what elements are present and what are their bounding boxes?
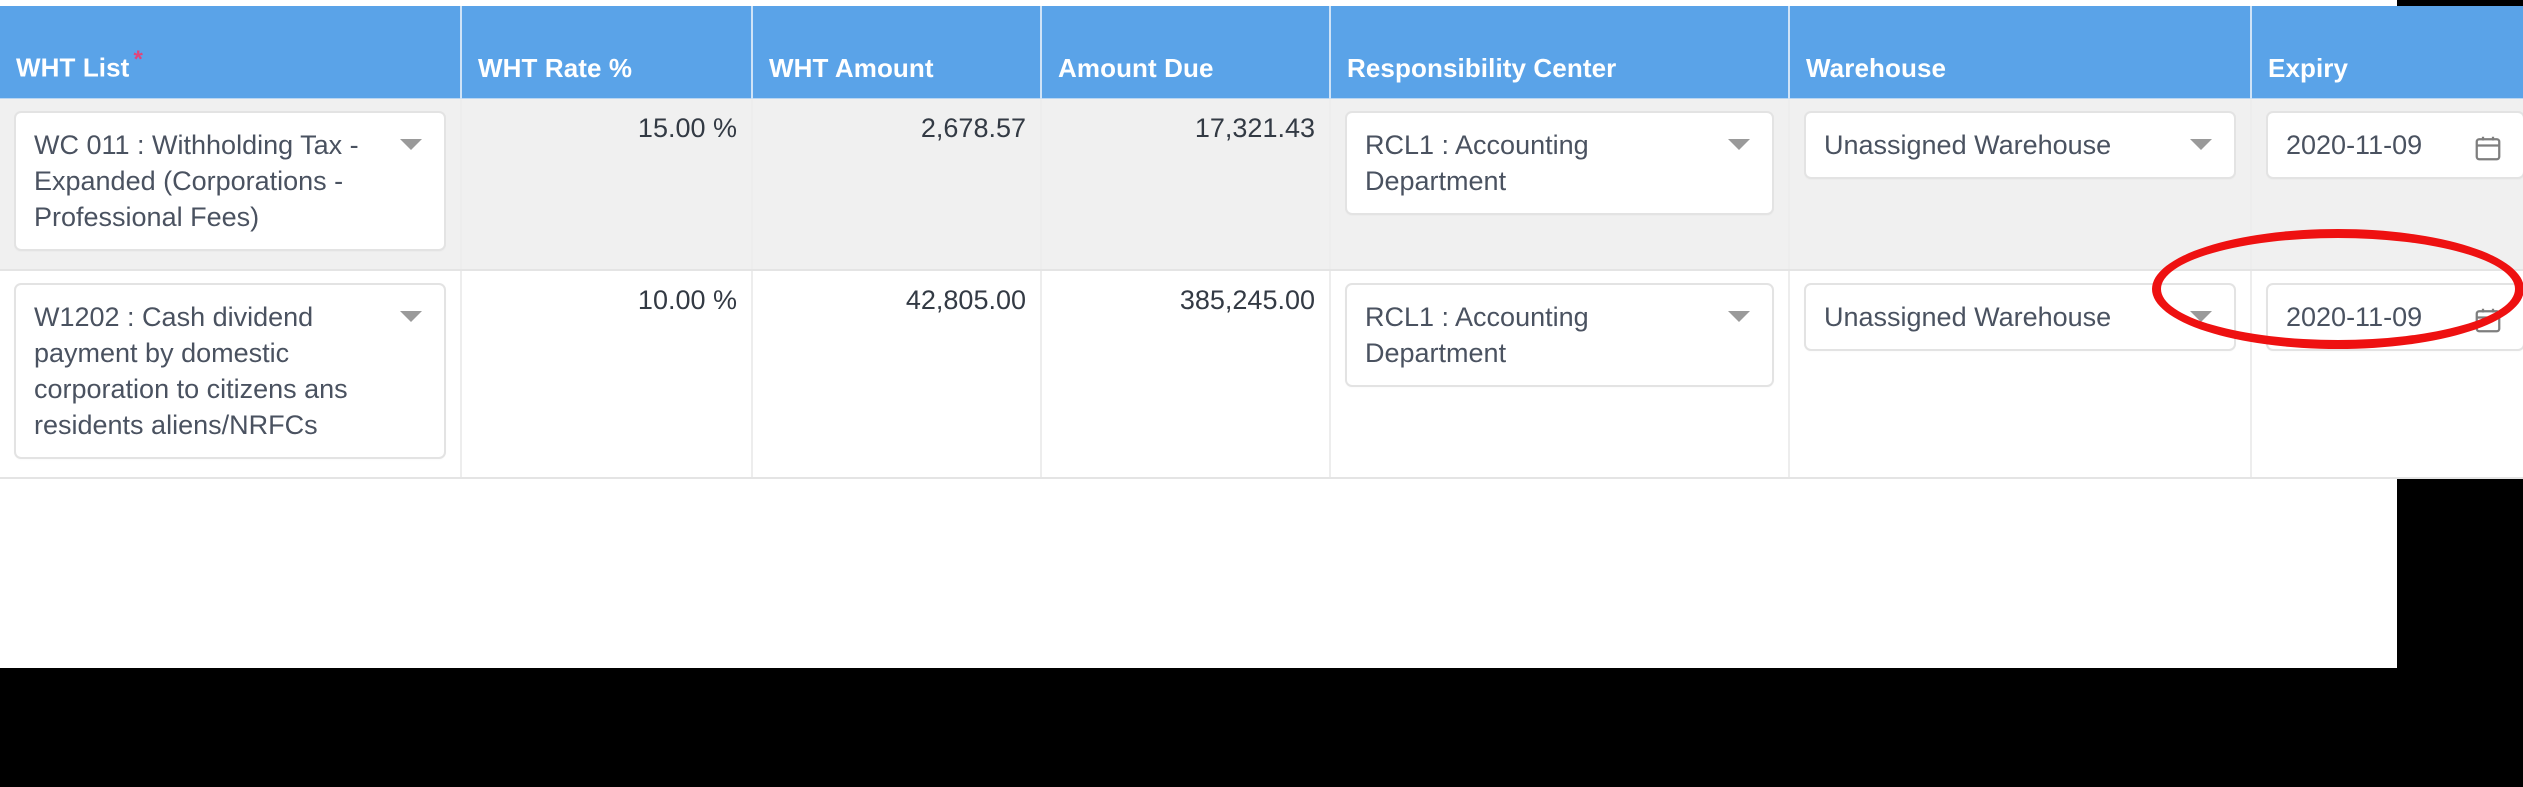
cell-wht-list: W1202 : Cash dividend payment by domesti… xyxy=(0,270,462,479)
wht-list-value: W1202 : Cash dividend payment by domesti… xyxy=(34,302,348,440)
chevron-down-icon[interactable] xyxy=(400,311,422,322)
responsibility-center-select[interactable]: RCL1 : Accounting Department xyxy=(1345,283,1774,387)
wht-list-select[interactable]: W1202 : Cash dividend payment by domesti… xyxy=(14,283,446,459)
chevron-down-icon[interactable] xyxy=(2190,311,2212,322)
column-header-amount-due[interactable]: Amount Due xyxy=(1041,6,1331,99)
table-header-row: WHT List * WHT Rate % WHT Amount Amount D… xyxy=(0,6,2523,99)
cell-expiry: 2020-11-09 xyxy=(2251,98,2523,271)
expiry-date-input[interactable]: 2020-11-09 xyxy=(2266,111,2523,179)
cell-wht-amount: 42,805.00 xyxy=(752,270,1042,479)
column-header-wht-amount[interactable]: WHT Amount xyxy=(752,6,1042,99)
wht-list-value: WC 011 : Withholding Tax - Expanded (Cor… xyxy=(34,130,359,232)
column-header-warehouse[interactable]: Warehouse xyxy=(1789,6,2252,99)
column-header-expiry[interactable]: Expiry xyxy=(2251,6,2523,99)
warehouse-value: Unassigned Warehouse xyxy=(1824,302,2112,332)
calendar-icon[interactable] xyxy=(2473,305,2503,335)
warehouse-select[interactable]: Unassigned Warehouse xyxy=(1804,111,2236,179)
table-body: WC 011 : Withholding Tax - Expanded (Cor… xyxy=(0,98,2523,479)
required-asterisk-icon: * xyxy=(133,46,143,74)
cell-wht-rate: 10.00 % xyxy=(461,270,753,479)
warehouse-value: Unassigned Warehouse xyxy=(1824,130,2112,160)
chevron-down-icon[interactable] xyxy=(400,139,422,150)
calendar-icon[interactable] xyxy=(2473,133,2503,163)
column-header-wht-list-label: WHT List xyxy=(16,53,130,83)
content-surface: WHT List * WHT Rate % WHT Amount Amount D… xyxy=(0,0,2523,668)
column-header-wht-list[interactable]: WHT List * xyxy=(0,6,462,99)
cell-amount-due: 385,245.00 xyxy=(1041,270,1331,479)
expiry-date-value: 2020-11-09 xyxy=(2286,130,2423,160)
column-header-responsibility-center[interactable]: Responsibility Center xyxy=(1330,6,1790,99)
cell-warehouse: Unassigned Warehouse xyxy=(1789,270,2252,479)
responsibility-center-value: RCL1 : Accounting Department xyxy=(1365,130,1589,196)
cell-responsibility-center: RCL1 : Accounting Department xyxy=(1330,270,1790,479)
chevron-down-icon[interactable] xyxy=(2190,139,2212,150)
table-header: WHT List * WHT Rate % WHT Amount Amount D… xyxy=(0,6,2523,99)
chevron-down-icon[interactable] xyxy=(1728,139,1750,150)
wht-details-table: WHT List * WHT Rate % WHT Amount Amount D… xyxy=(0,6,2523,479)
cell-amount-due: 17,321.43 xyxy=(1041,98,1331,271)
column-header-wht-rate[interactable]: WHT Rate % xyxy=(461,6,753,99)
wht-list-select[interactable]: WC 011 : Withholding Tax - Expanded (Cor… xyxy=(14,111,446,251)
screenshot-canvas: WHT List * WHT Rate % WHT Amount Amount D… xyxy=(0,0,2523,787)
cell-warehouse: Unassigned Warehouse xyxy=(1789,98,2252,271)
cell-expiry: 2020-11-09 xyxy=(2251,270,2523,479)
warehouse-select[interactable]: Unassigned Warehouse xyxy=(1804,283,2236,351)
responsibility-center-select[interactable]: RCL1 : Accounting Department xyxy=(1345,111,1774,215)
expiry-date-value: 2020-11-09 xyxy=(2286,302,2423,332)
cell-wht-rate: 15.00 % xyxy=(461,98,753,271)
table-row: W1202 : Cash dividend payment by domesti… xyxy=(0,270,2523,479)
table-row: WC 011 : Withholding Tax - Expanded (Cor… xyxy=(0,98,2523,271)
chevron-down-icon[interactable] xyxy=(1728,311,1750,322)
expiry-date-input[interactable]: 2020-11-09 xyxy=(2266,283,2523,351)
responsibility-center-value: RCL1 : Accounting Department xyxy=(1365,302,1589,368)
cell-responsibility-center: RCL1 : Accounting Department xyxy=(1330,98,1790,271)
cell-wht-list: WC 011 : Withholding Tax - Expanded (Cor… xyxy=(0,98,462,271)
cell-wht-amount: 2,678.57 xyxy=(752,98,1042,271)
